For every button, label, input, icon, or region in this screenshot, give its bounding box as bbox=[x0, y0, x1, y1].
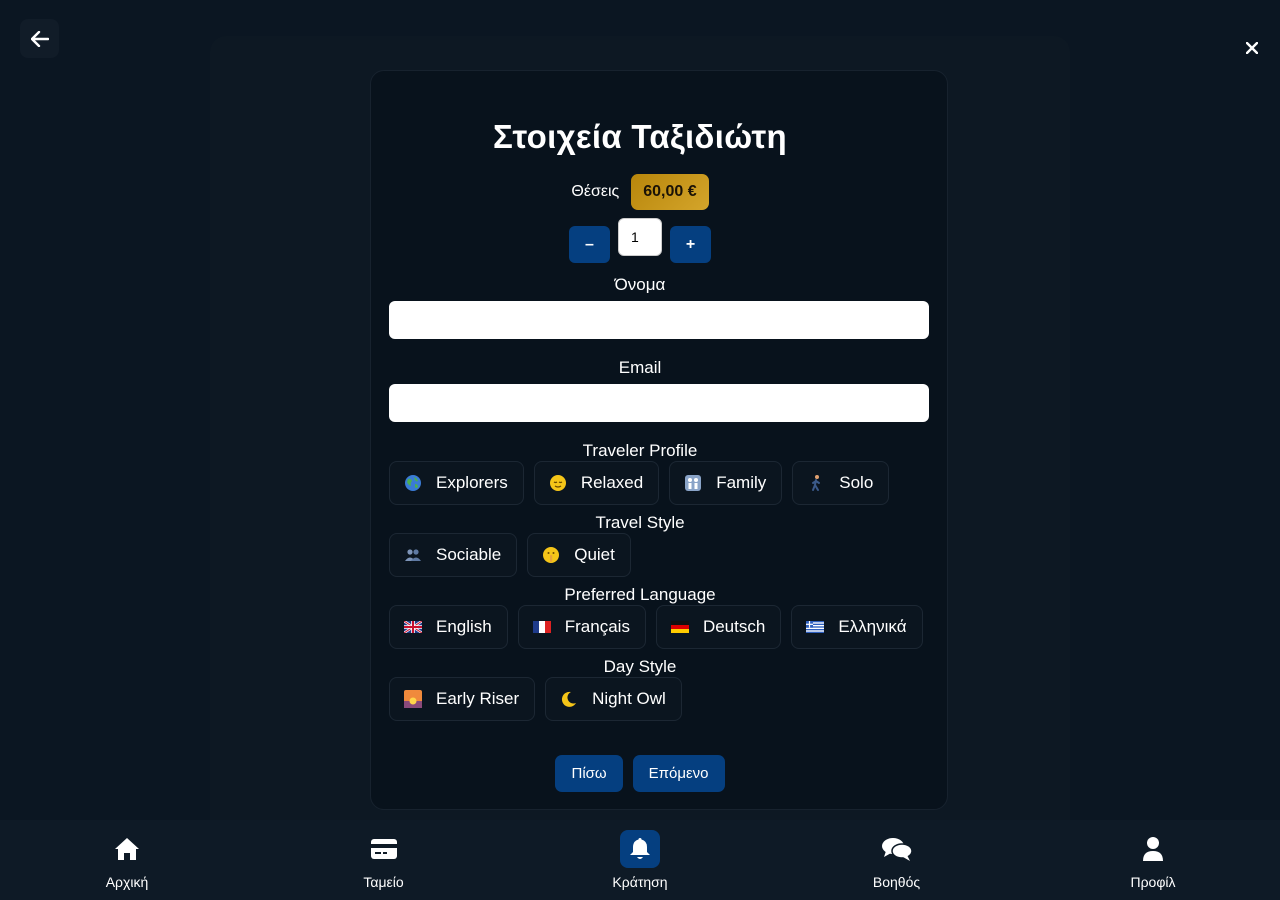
relieved-face-icon bbox=[547, 472, 569, 494]
option-label: Explorers bbox=[436, 473, 508, 492]
nav-label: Ταμείο bbox=[363, 874, 404, 890]
option-solo[interactable]: Solo bbox=[792, 461, 890, 505]
traveler-profile-label: Traveler Profile bbox=[582, 441, 698, 460]
bottom-navigation: Αρχική Ταμείο Κράτηση Βοηθός Προφίλ bbox=[0, 820, 1280, 900]
close-icon bbox=[1246, 42, 1258, 54]
back-button[interactable]: Πίσω bbox=[555, 755, 623, 792]
email-label: Email bbox=[618, 358, 662, 377]
nav-label: Βοηθός bbox=[872, 874, 921, 890]
seats-label: Θέσεις bbox=[571, 183, 620, 200]
close-button[interactable] bbox=[1240, 36, 1264, 60]
shushing-face-icon bbox=[540, 544, 562, 566]
walking-person-icon bbox=[805, 472, 827, 494]
day-style-label: Day Style bbox=[603, 657, 677, 676]
option-label: Ελληνικά bbox=[838, 617, 907, 636]
increase-button[interactable]: + bbox=[670, 226, 711, 263]
price-badge: 60,00 € bbox=[631, 174, 709, 210]
preferred-language-label: Preferred Language bbox=[564, 585, 716, 604]
option-label: Solo bbox=[839, 473, 874, 492]
france-flag-icon bbox=[531, 616, 553, 638]
nav-item-assistant[interactable]: Βοηθός bbox=[858, 830, 936, 890]
user-icon bbox=[1133, 830, 1173, 868]
germany-flag-icon bbox=[669, 616, 691, 638]
option-label: Family bbox=[716, 473, 767, 492]
name-field[interactable] bbox=[389, 301, 929, 339]
bell-icon bbox=[620, 830, 660, 868]
people-icon bbox=[402, 544, 424, 566]
nav-label: Κράτηση bbox=[612, 874, 668, 890]
seats-row: Θέσεις 60,00 € bbox=[0, 174, 1280, 210]
option-family[interactable]: Family bbox=[669, 461, 783, 505]
globe-icon bbox=[402, 472, 424, 494]
option-label: English bbox=[436, 617, 492, 636]
option-label: Deutsch bbox=[702, 617, 766, 636]
sunrise-icon bbox=[402, 688, 424, 710]
option-deutsch[interactable]: Deutsch bbox=[655, 605, 782, 649]
option-label: Français bbox=[564, 617, 630, 636]
greece-flag-icon bbox=[804, 616, 826, 638]
option-ellinika[interactable]: Ελληνικά bbox=[791, 605, 923, 649]
option-label: Sociable bbox=[436, 545, 502, 564]
page-title: Στοιχεία Ταξιδιώτη bbox=[493, 118, 787, 155]
day-style-options: Early Riser Night Owl bbox=[389, 677, 682, 721]
nav-item-checkout[interactable]: Ταμείο bbox=[345, 830, 423, 890]
next-button[interactable]: Επόμενο bbox=[632, 755, 725, 792]
option-label: Night Owl bbox=[592, 689, 666, 708]
credit-card-icon bbox=[364, 830, 404, 868]
uk-flag-icon bbox=[402, 616, 424, 638]
nav-item-booking[interactable]: Κράτηση bbox=[601, 830, 679, 890]
arrow-left-icon bbox=[30, 30, 49, 47]
nav-item-home[interactable]: Αρχική bbox=[88, 830, 166, 890]
option-night-owl[interactable]: Night Owl bbox=[545, 677, 682, 721]
quantity-stepper: – + bbox=[0, 218, 1280, 263]
option-english[interactable]: English bbox=[389, 605, 508, 649]
preferred-language-options: English Français Deutsch Ελληνικά bbox=[389, 605, 923, 649]
option-label: Relaxed bbox=[580, 473, 644, 492]
option-francais[interactable]: Français bbox=[517, 605, 646, 649]
option-relaxed[interactable]: Relaxed bbox=[533, 461, 660, 505]
decrease-button[interactable]: – bbox=[569, 226, 610, 263]
option-sociable[interactable]: Sociable bbox=[389, 533, 518, 577]
chat-icon bbox=[877, 830, 917, 868]
option-explorers[interactable]: Explorers bbox=[389, 461, 524, 505]
form-actions: Πίσω Επόμενο bbox=[0, 755, 1280, 792]
nav-item-profile[interactable]: Προφίλ bbox=[1114, 830, 1192, 890]
email-field[interactable] bbox=[389, 384, 929, 422]
option-label: Early Riser bbox=[436, 689, 520, 708]
travel-style-label: Travel Style bbox=[595, 513, 685, 532]
home-icon bbox=[107, 830, 147, 868]
crescent-moon-icon bbox=[558, 688, 580, 710]
option-quiet[interactable]: Quiet bbox=[527, 533, 631, 577]
traveler-profile-options: Explorers Relaxed Family Solo bbox=[389, 461, 890, 505]
option-early-riser[interactable]: Early Riser bbox=[389, 677, 536, 721]
family-icon bbox=[682, 472, 704, 494]
quantity-input[interactable] bbox=[618, 218, 662, 256]
nav-label: Προφίλ bbox=[1130, 874, 1176, 890]
travel-style-options: Sociable Quiet bbox=[389, 533, 631, 577]
name-label: Όνομα bbox=[614, 275, 666, 294]
back-arrow-button[interactable] bbox=[20, 19, 59, 58]
nav-label: Αρχική bbox=[105, 874, 149, 890]
option-label: Quiet bbox=[574, 545, 615, 564]
